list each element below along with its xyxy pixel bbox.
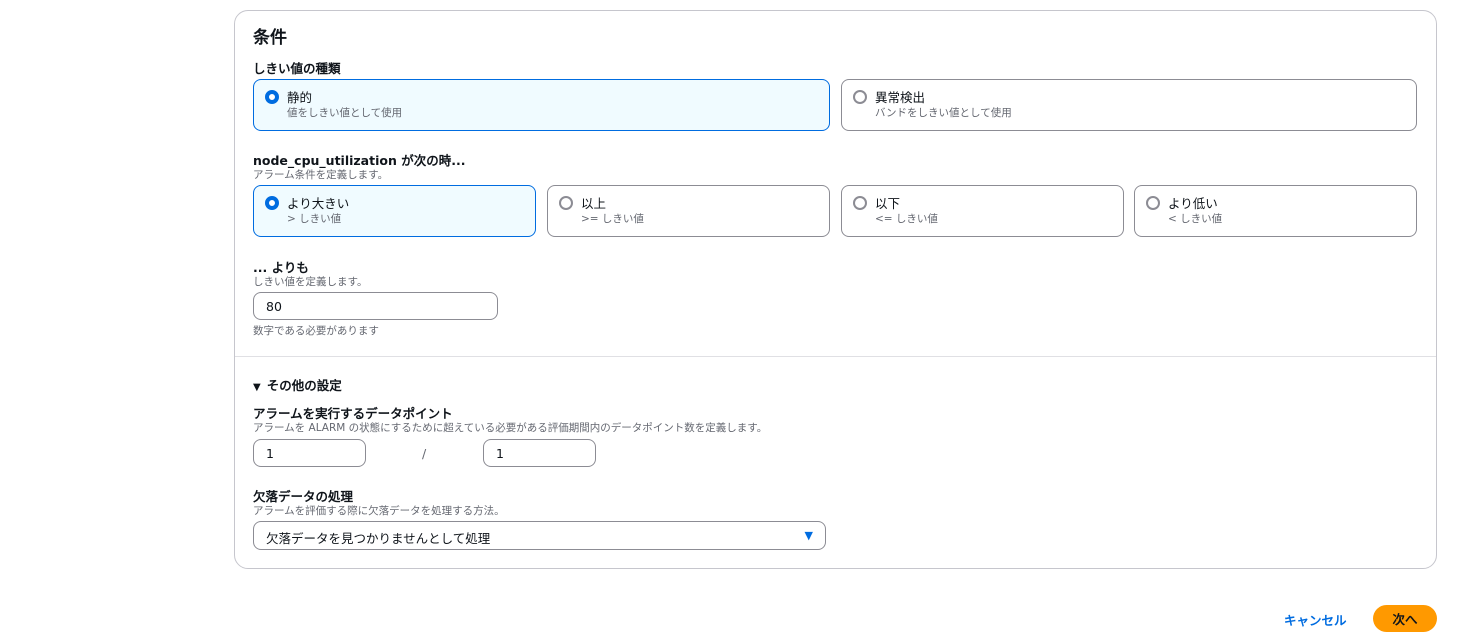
tile-label: より大きい (287, 196, 350, 211)
next-button[interactable]: 次へ (1373, 605, 1437, 632)
caret-down-icon: ▼ (804, 529, 813, 542)
radio-unselected-icon[interactable] (853, 90, 867, 104)
section-title: 条件 (253, 28, 287, 48)
tile-label: 静的 (287, 90, 313, 105)
threshold-value-hint: 数字である必要があります (253, 325, 379, 337)
radio-unselected-icon[interactable] (559, 196, 573, 210)
comparison-greater-tile[interactable]: より大きい > しきい値 (253, 185, 536, 237)
radio-selected-icon[interactable] (265, 90, 279, 104)
additional-settings-label: その他の設定 (266, 378, 342, 393)
additional-settings-toggle[interactable]: ▼ その他の設定 (253, 375, 342, 394)
evaluation-periods-input[interactable] (483, 439, 596, 467)
tile-description: >= しきい値 (581, 213, 644, 225)
tile-description: バンドをしきい値として使用 (875, 107, 1012, 119)
tile-label: より低い (1168, 196, 1218, 211)
radio-unselected-icon[interactable] (1146, 196, 1160, 210)
datapoints-description: アラームを ALARM の状態にするために超えている必要がある評価期間内のデータ… (253, 422, 768, 434)
datapoints-separator: / (422, 446, 427, 461)
threshold-type-label: しきい値の種類 (253, 61, 341, 76)
tile-description: < しきい値 (1168, 213, 1223, 225)
comparison-less-equal-tile[interactable]: 以下 <= しきい値 (841, 185, 1124, 237)
missing-data-description: アラームを評価する際に欠落データを処理する方法。 (253, 505, 505, 517)
missing-data-select[interactable]: 欠落データを見つかりませんとして処理 ▼ (253, 521, 826, 550)
tile-description: > しきい値 (287, 213, 342, 225)
conditions-panel: 条件 しきい値の種類 静的 値をしきい値として使用 異常検出 バンドをしきい値と… (234, 10, 1437, 569)
comparison-less-tile[interactable]: より低い < しきい値 (1134, 185, 1417, 237)
comparison-description: アラーム条件を定義します。 (253, 169, 389, 181)
caret-down-icon: ▼ (253, 382, 261, 393)
threshold-type-anomaly-tile[interactable]: 異常検出 バンドをしきい値として使用 (841, 79, 1417, 131)
tile-label: 以下 (875, 196, 901, 211)
tile-description: <= しきい値 (875, 213, 938, 225)
threshold-value-input[interactable] (253, 292, 498, 320)
missing-data-selected-value: 欠落データを見つかりませんとして処理 (266, 531, 491, 546)
tile-label: 異常検出 (875, 90, 926, 105)
threshold-type-static-tile[interactable]: 静的 値をしきい値として使用 (253, 79, 830, 131)
comparison-greater-equal-tile[interactable]: 以上 >= しきい値 (547, 185, 830, 237)
datapoints-to-alarm-input[interactable] (253, 439, 366, 467)
threshold-value-description: しきい値を定義します。 (253, 276, 368, 288)
radio-unselected-icon[interactable] (853, 196, 867, 210)
tile-description: 値をしきい値として使用 (287, 107, 403, 119)
tile-label: 以上 (581, 196, 607, 211)
radio-selected-icon[interactable] (265, 196, 279, 210)
cancel-button[interactable]: キャンセル (1276, 606, 1355, 632)
section-divider (235, 356, 1436, 357)
